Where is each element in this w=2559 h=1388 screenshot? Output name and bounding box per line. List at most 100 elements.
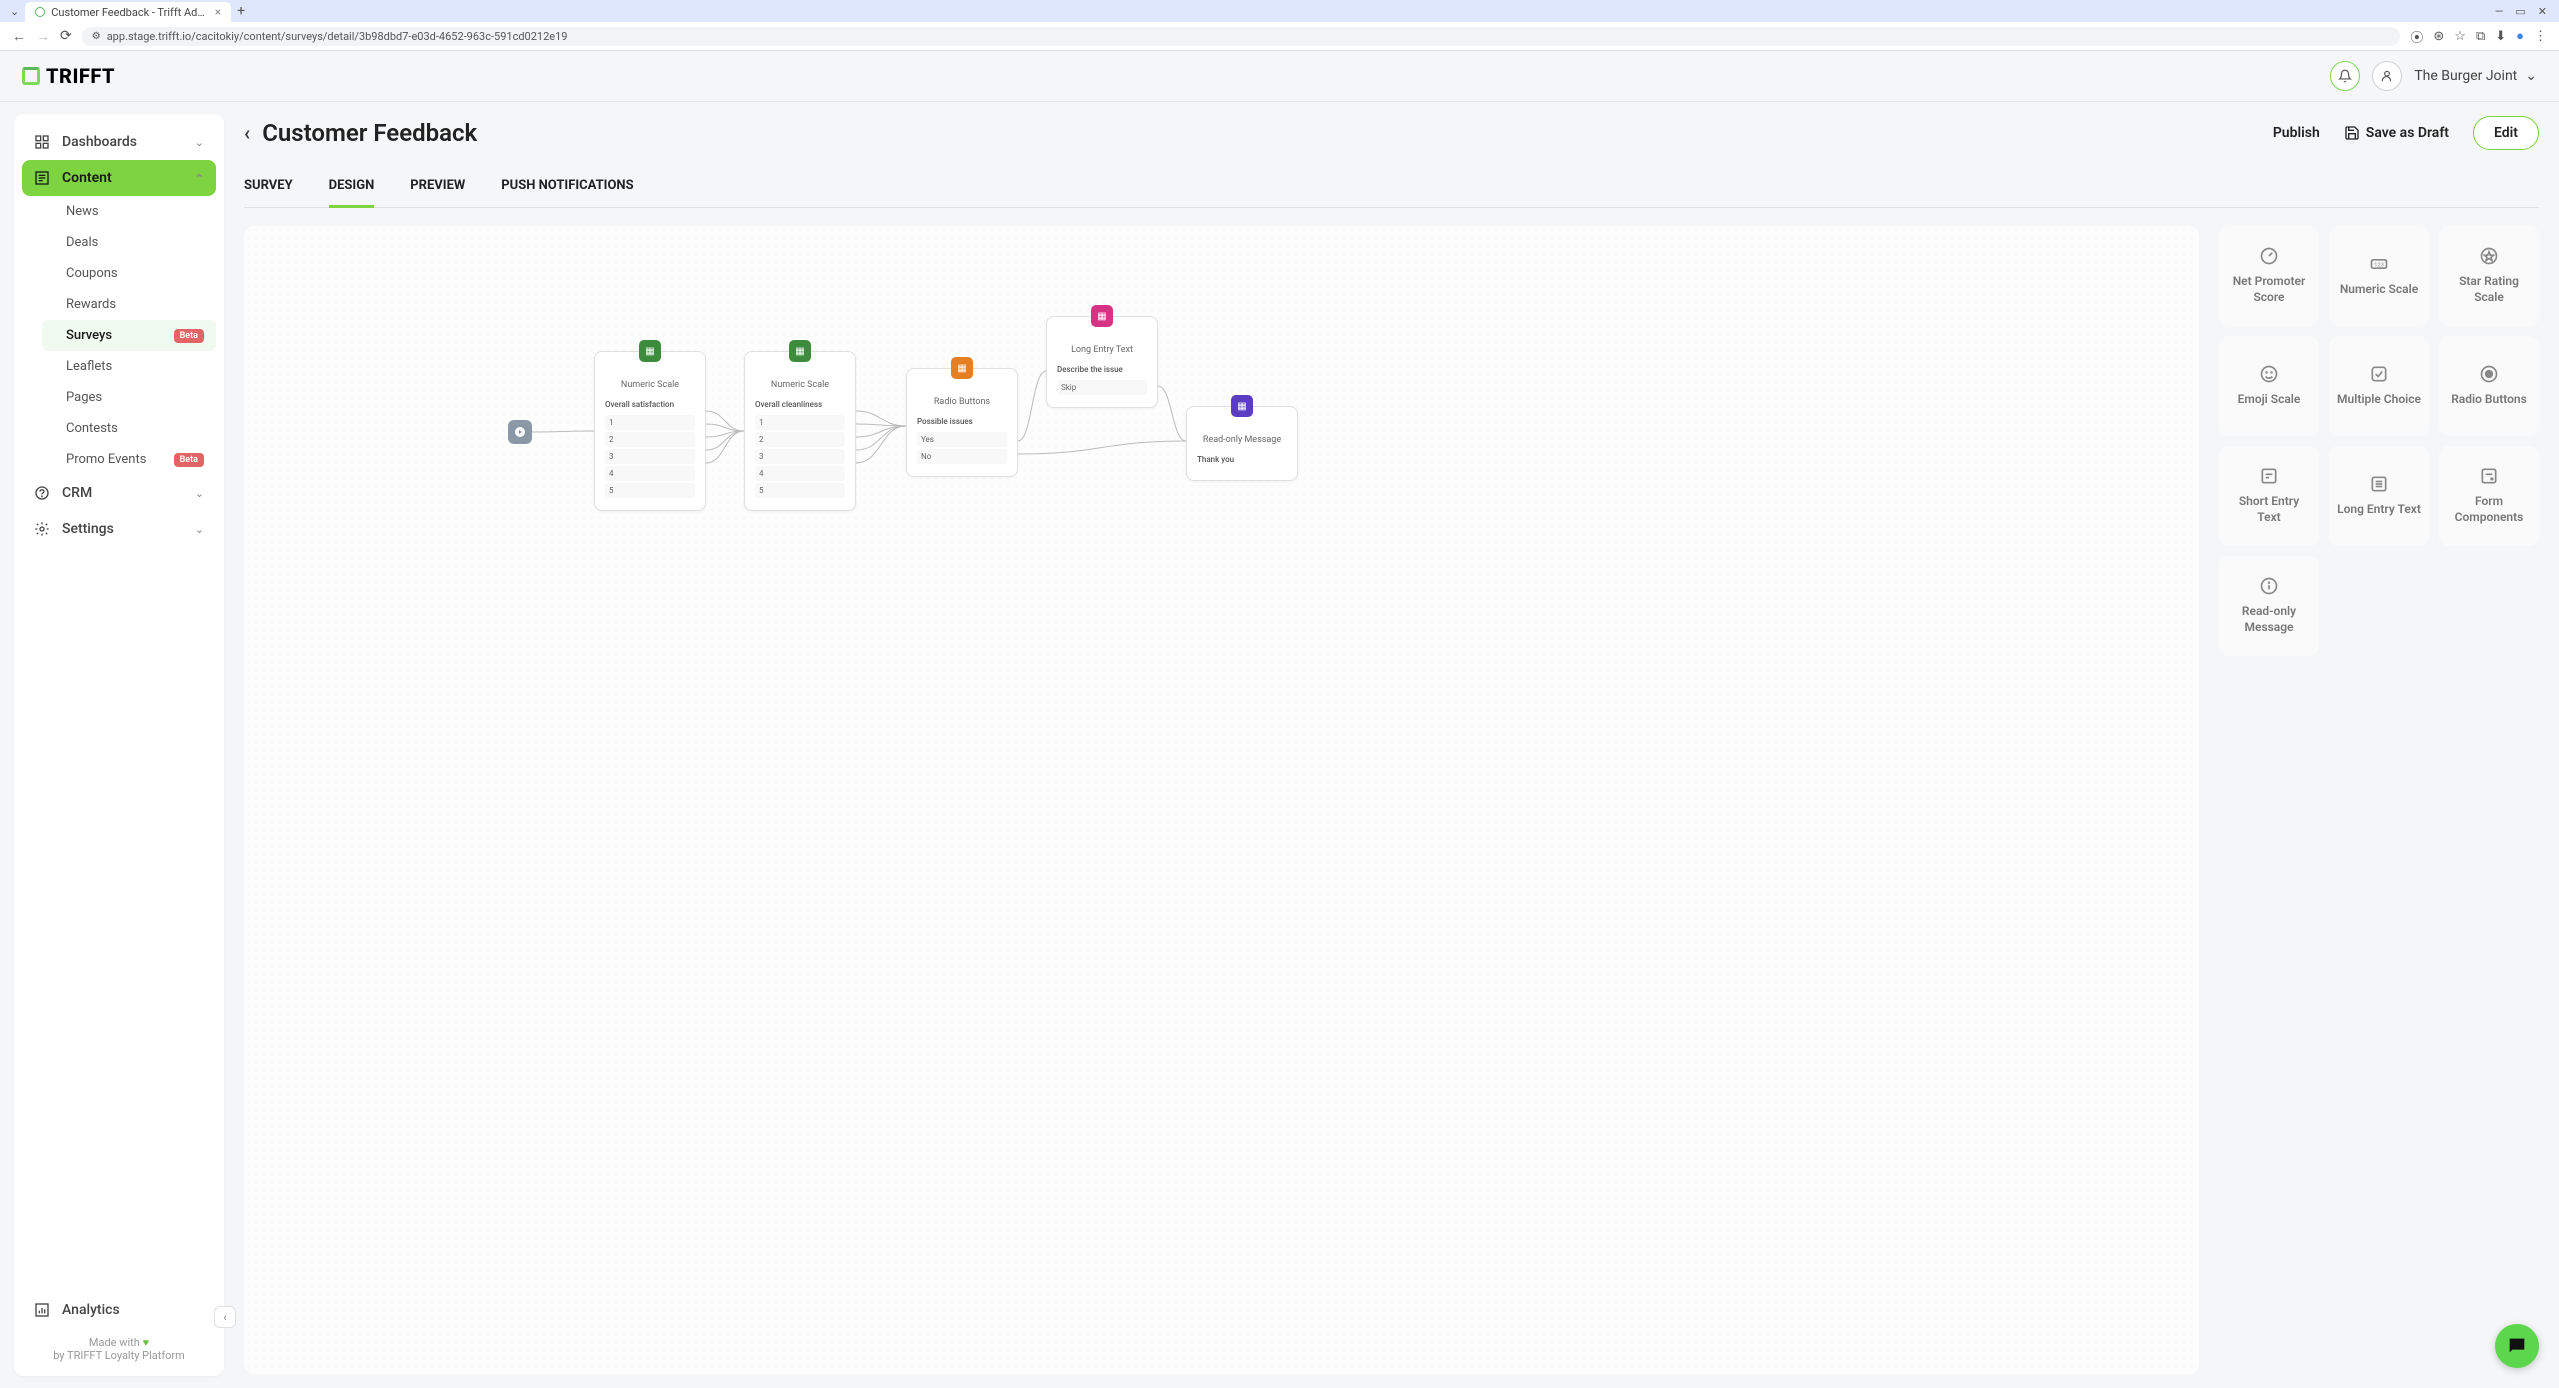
back-button[interactable]: ‹: [244, 121, 250, 145]
profile-icon[interactable]: ●: [2516, 28, 2524, 44]
window-maximize-icon[interactable]: ▭: [2515, 5, 2525, 18]
translate-icon[interactable]: ⦿: [2410, 27, 2423, 46]
extensions-icon[interactable]: ⧉: [2476, 29, 2485, 44]
node-title: Radio Buttons: [917, 397, 1007, 407]
analytics-icon: [34, 1302, 50, 1318]
sidebar-section-content[interactable]: Content ⌃: [22, 160, 216, 196]
form-icon: [2479, 466, 2499, 486]
chevron-down-icon: ⌄: [195, 487, 204, 500]
menu-icon[interactable]: ⋮: [2534, 29, 2547, 44]
start-node[interactable]: [508, 420, 532, 444]
sidebar-item-label: Surveys: [66, 328, 112, 343]
node-title: Numeric Scale: [755, 380, 845, 390]
node-option: 2: [605, 432, 695, 447]
address-bar-right-icons: ⦿ ⊛ ☆ ⧉ ⬇ ● ⋮: [2410, 27, 2547, 46]
account-selector[interactable]: The Burger Joint ⌄: [2414, 68, 2537, 84]
url-field[interactable]: ⚙ app.stage.trifft.io/cacitokiy/content/…: [82, 27, 2401, 46]
sidebar-item-pages[interactable]: Pages: [42, 382, 216, 413]
browser-tab[interactable]: Customer Feedback - Trifft Ad… ×: [25, 2, 231, 22]
canvas-node-n3[interactable]: ▦Radio ButtonsPossible issuesYesNo: [906, 368, 1018, 477]
chat-support-button[interactable]: [2495, 1324, 2539, 1368]
palette-item-numeric-scale[interactable]: 123Numeric Scale: [2329, 226, 2429, 326]
canvas-node-n5[interactable]: ▦Read-only MessageThank you: [1186, 406, 1298, 481]
nav-reload-icon[interactable]: ⟳: [60, 28, 72, 44]
palette-item-long-entry-text[interactable]: Long Entry Text: [2329, 446, 2429, 546]
logo-mark-icon: [22, 67, 40, 85]
window-minimize-icon[interactable]: —: [2495, 5, 2504, 18]
node-subtitle: Describe the issue: [1057, 365, 1147, 374]
beta-badge: Beta: [174, 329, 204, 343]
new-tab-button[interactable]: +: [237, 3, 245, 19]
palette-item-star-rating-scale[interactable]: Star Rating Scale: [2439, 226, 2539, 326]
tab-design[interactable]: DESIGN: [329, 168, 375, 207]
sidebar-section-analytics[interactable]: Analytics: [22, 1292, 216, 1328]
site-tune-icon[interactable]: ⚙: [92, 31, 101, 42]
tabs: SURVEY DESIGN PREVIEW PUSH NOTIFICATIONS: [244, 168, 2539, 208]
sidebar-item-promo-events[interactable]: Promo EventsBeta: [42, 444, 216, 475]
save-draft-button[interactable]: Save as Draft: [2344, 125, 2449, 141]
notification-bell-button[interactable]: [2330, 61, 2360, 91]
tab-survey[interactable]: SURVEY: [244, 168, 293, 207]
window-close-icon[interactable]: ✕: [2538, 5, 2547, 18]
node-option: 4: [605, 466, 695, 481]
browser-tab-bar: ⌄ Customer Feedback - Trifft Ad… × + — ▭…: [0, 0, 2559, 22]
node-option: Skip: [1057, 380, 1147, 395]
nav-forward-icon[interactable]: →: [36, 28, 50, 45]
sidebar-section-crm[interactable]: CRM ⌄: [22, 475, 216, 511]
node-type-icon: ▦: [1091, 305, 1113, 327]
user-icon: [2380, 69, 2394, 83]
nav-back-icon[interactable]: ←: [12, 28, 26, 45]
palette-label: Net Promoter Score: [2227, 274, 2311, 305]
palette-item-radio-buttons[interactable]: Radio Buttons: [2439, 336, 2539, 436]
sidebar-section-dashboards[interactable]: Dashboards ⌄: [22, 124, 216, 160]
design-canvas[interactable]: ▦Numeric ScaleOverall satisfaction12345▦…: [244, 226, 2199, 1374]
tab-dropdown-icon[interactable]: ⌄: [10, 5, 19, 18]
bookmark-icon[interactable]: ☆: [2454, 29, 2466, 44]
main-content: ‹ Customer Feedback Publish Save as Draf…: [224, 102, 2559, 1388]
radio-icon: [2479, 364, 2499, 384]
sidebar-item-leaflets[interactable]: Leaflets: [42, 351, 216, 382]
palette-item-form-components[interactable]: Form Components: [2439, 446, 2539, 546]
password-icon[interactable]: ⊛: [2433, 29, 2444, 44]
palette-item-read-only-message[interactable]: Read-only Message: [2219, 556, 2319, 656]
palette-label: Short Entry Text: [2227, 494, 2311, 525]
node-option: Yes: [917, 432, 1007, 447]
edit-button[interactable]: Edit: [2473, 116, 2539, 150]
sidebar-item-surveys[interactable]: Surveys Beta: [42, 320, 216, 351]
palette-item-emoji-scale[interactable]: Emoji Scale: [2219, 336, 2319, 436]
window-controls: — ▭ ✕: [2495, 5, 2555, 18]
palette-label: Radio Buttons: [2451, 392, 2527, 408]
tab-close-icon[interactable]: ×: [215, 5, 221, 19]
palette-label: Numeric Scale: [2340, 282, 2418, 298]
palette-label: Form Components: [2447, 494, 2531, 525]
sidebar-item-deals[interactable]: Deals: [42, 227, 216, 258]
sidebar-collapse-button[interactable]: ‹: [214, 1306, 236, 1328]
page-actions: Publish Save as Draft Edit: [2273, 116, 2539, 150]
node-option: 3: [605, 449, 695, 464]
tab-push-notifications[interactable]: PUSH NOTIFICATIONS: [501, 168, 633, 207]
download-icon[interactable]: ⬇: [2495, 29, 2506, 44]
sidebar-item-contests[interactable]: Contests: [42, 413, 216, 444]
palette-item-multiple-choice[interactable]: Multiple Choice: [2329, 336, 2429, 436]
chevron-up-icon: ⌃: [195, 172, 204, 185]
tab-title: Customer Feedback - Trifft Ad…: [51, 6, 205, 19]
user-profile-button[interactable]: [2372, 61, 2402, 91]
palette-item-net-promoter-score[interactable]: Net Promoter Score: [2219, 226, 2319, 326]
sidebar-item-coupons[interactable]: Coupons: [42, 258, 216, 289]
canvas-node-n1[interactable]: ▦Numeric ScaleOverall satisfaction12345: [594, 351, 706, 511]
url-text: app.stage.trifft.io/cacitokiy/content/su…: [107, 30, 568, 43]
short-icon: [2259, 466, 2279, 486]
sidebar-item-news[interactable]: News: [42, 196, 216, 227]
star-icon: [2479, 246, 2499, 266]
publish-button[interactable]: Publish: [2273, 125, 2320, 141]
canvas-node-n4[interactable]: ▦Long Entry TextDescribe the issueSkip: [1046, 316, 1158, 408]
tab-preview[interactable]: PREVIEW: [410, 168, 465, 207]
sidebar-item-rewards[interactable]: Rewards: [42, 289, 216, 320]
sidebar-section-settings[interactable]: Settings ⌄: [22, 511, 216, 547]
logo[interactable]: TRIFFT: [22, 64, 115, 88]
palette-item-short-entry-text[interactable]: Short Entry Text: [2219, 446, 2319, 546]
app-header: TRIFFT The Burger Joint ⌄: [0, 51, 2559, 102]
canvas-node-n2[interactable]: ▦Numeric ScaleOverall cleanliness12345: [744, 351, 856, 511]
content-icon: [34, 170, 50, 186]
node-option: 4: [755, 466, 845, 481]
